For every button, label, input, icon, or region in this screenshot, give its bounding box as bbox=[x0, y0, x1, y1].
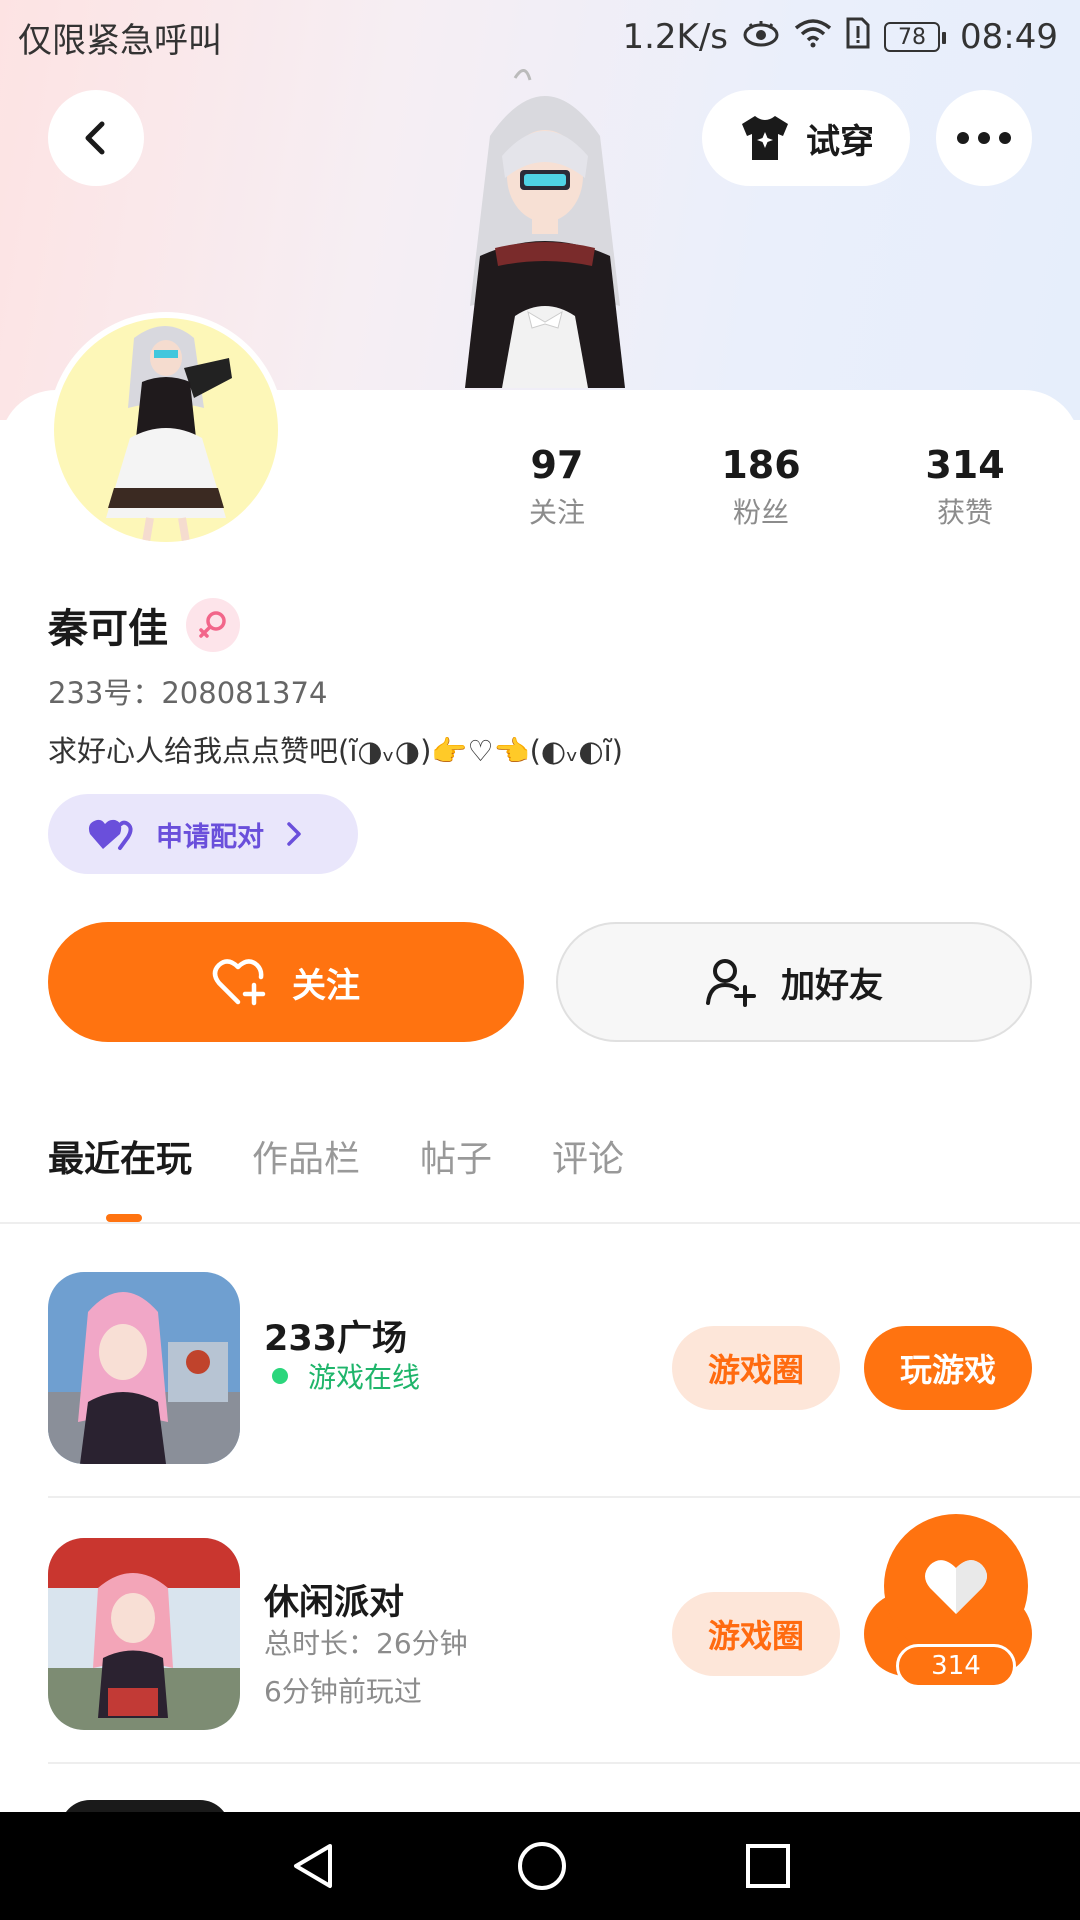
tab-recent-games[interactable]: 最近在玩 bbox=[48, 1130, 192, 1182]
game-playtime: 总时长：26分钟 bbox=[264, 1627, 468, 1660]
back-button[interactable] bbox=[48, 90, 144, 186]
row-divider bbox=[48, 1762, 1080, 1764]
heart-pair-icon bbox=[88, 819, 133, 850]
game-circle-button[interactable]: 游戏圈 bbox=[672, 1326, 840, 1410]
carrier-text: 仅限紧急呼叫 bbox=[18, 20, 222, 61]
user-bio: 求好心人给我点点赞吧(ĩ◑ᵥ◑)👉♡👈(◐ᵥ◐ĩ) bbox=[48, 734, 623, 768]
game-circle-button[interactable]: 游戏圈 bbox=[672, 1592, 840, 1676]
nav-back-icon[interactable] bbox=[288, 1840, 340, 1892]
game-icon-image bbox=[48, 1272, 240, 1464]
stat-following-label: 关注 bbox=[528, 496, 585, 529]
user-id: 233号：208081374 bbox=[48, 676, 328, 710]
try-on-label: 试穿 bbox=[806, 121, 874, 162]
wifi-icon bbox=[794, 17, 832, 57]
try-on-button[interactable]: 试穿 bbox=[702, 90, 910, 186]
tab-comments[interactable]: 评论 bbox=[552, 1130, 624, 1182]
tab-works[interactable]: 作品栏 bbox=[252, 1130, 360, 1182]
play-game-button[interactable]: 玩游戏 bbox=[864, 1326, 1032, 1410]
follow-label: 关注 bbox=[292, 965, 360, 1006]
stat-likes-label: 获赞 bbox=[936, 496, 993, 529]
name-row: 秦可佳 bbox=[48, 596, 240, 654]
game-online-status: 游戏在线 bbox=[264, 1356, 420, 1396]
follow-button[interactable]: 关注 bbox=[48, 922, 524, 1042]
tabs-divider bbox=[0, 1222, 1080, 1224]
stat-likes[interactable]: 314 获赞 bbox=[885, 438, 1045, 534]
game-title: 233广场 bbox=[264, 1319, 408, 1359]
active-tab-indicator bbox=[106, 1214, 142, 1222]
more-button[interactable] bbox=[936, 90, 1032, 186]
game-title: 休闲派对 bbox=[264, 1583, 405, 1623]
list-item[interactable]: 233广场 游戏在线 游戏圈 玩游戏 bbox=[48, 1232, 1080, 1498]
shirt-icon bbox=[742, 116, 788, 160]
game-last-played: 6分钟前玩过 bbox=[264, 1675, 422, 1708]
status-icons: 1.2K/s 78 08:49 bbox=[622, 17, 1058, 58]
system-nav-bar bbox=[0, 1812, 1080, 1920]
profile-tabs: 最近在玩 作品栏 帖子 评论 bbox=[48, 1130, 624, 1182]
sim-alert-icon bbox=[846, 17, 870, 58]
stat-fans-label: 粉丝 bbox=[732, 496, 789, 529]
eye-icon bbox=[742, 17, 780, 57]
online-dot-icon bbox=[272, 1368, 288, 1384]
avatar-3d-figure bbox=[465, 69, 625, 388]
stat-likes-value: 314 bbox=[925, 443, 1005, 487]
female-icon bbox=[186, 598, 240, 652]
game-icon-image bbox=[48, 1538, 240, 1730]
status-bar: 仅限紧急呼叫 1.2K/s 78 08:49 bbox=[0, 0, 1080, 74]
request-pair-label: 申请配对 bbox=[156, 821, 264, 853]
chevron-left-icon bbox=[85, 121, 105, 155]
nav-home-icon[interactable] bbox=[516, 1840, 568, 1892]
username: 秦可佳 bbox=[48, 606, 168, 652]
network-speed: 1.2K/s bbox=[622, 17, 729, 57]
stat-following-value: 97 bbox=[530, 443, 584, 487]
like-button[interactable] bbox=[884, 1514, 1028, 1658]
stats-row: 97 关注 186 粉丝 314 获赞 bbox=[0, 438, 1080, 548]
like-count-badge: 314 bbox=[896, 1644, 1016, 1688]
add-friend-button[interactable]: 加好友 bbox=[556, 922, 1032, 1042]
stat-fans[interactable]: 186 粉丝 bbox=[681, 438, 841, 534]
tab-posts[interactable]: 帖子 bbox=[420, 1130, 492, 1182]
battery-level: 78 bbox=[898, 24, 927, 50]
nav-recents-icon[interactable] bbox=[744, 1842, 792, 1890]
add-friend-label: 加好友 bbox=[781, 965, 883, 1006]
battery-indicator: 78 bbox=[884, 22, 947, 52]
heart-icon bbox=[925, 1560, 987, 1614]
stat-fans-value: 186 bbox=[721, 443, 801, 487]
more-dots-icon bbox=[957, 132, 1011, 144]
heart-plus-icon bbox=[212, 959, 266, 1006]
request-pair-button[interactable]: 申请配对 bbox=[48, 794, 358, 874]
clock: 08:49 bbox=[960, 17, 1058, 57]
game-online-label: 游戏在线 bbox=[308, 1361, 421, 1394]
stat-following[interactable]: 97 关注 bbox=[477, 438, 637, 534]
add-user-icon bbox=[706, 959, 756, 1007]
chevron-right-icon bbox=[287, 822, 301, 846]
